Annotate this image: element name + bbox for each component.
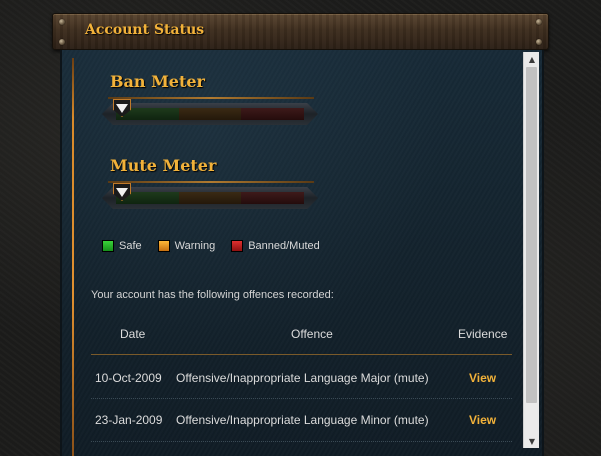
warning-swatch-icon [157, 240, 170, 252]
legend-item-banned: Banned/Muted [231, 240, 320, 252]
rivet-icon [536, 39, 542, 45]
column-header-evidence: Evidence [458, 327, 508, 341]
ban-meter-track [116, 108, 305, 120]
ban-meter-title: Ban Meter [110, 72, 205, 91]
offence-description: Offensive/Inappropriate Language Minor (… [176, 413, 429, 427]
safe-swatch-icon [102, 240, 114, 252]
mute-meter-title: Mute Meter [110, 156, 217, 175]
column-header-offence: Offence [291, 327, 333, 341]
scroll-up-arrow-icon[interactable]: ▲ [524, 52, 540, 66]
offences-intro: Your account has the following offences … [91, 289, 334, 301]
table-row-divider [91, 398, 512, 399]
column-header-date: Date [120, 327, 146, 341]
legend-label: Banned/Muted [248, 240, 320, 252]
ban-meter [102, 97, 318, 127]
offence-date: 23-Jan-2009 [95, 413, 163, 427]
rivet-icon [59, 19, 65, 25]
offence-date: 10-Oct-2009 [95, 371, 162, 385]
legend-item-safe: Safe [102, 240, 142, 252]
vertical-scrollbar[interactable]: ▲ ▼ [523, 52, 539, 448]
page-title: Account Status [85, 22, 205, 38]
meter-legend: Safe Warning Banned/Muted [102, 240, 336, 252]
mute-meter [102, 181, 318, 211]
mute-meter-indicator-icon [116, 188, 128, 197]
view-evidence-link[interactable]: View [469, 371, 496, 385]
rivet-icon [536, 19, 542, 25]
banned-swatch-icon [231, 240, 244, 252]
legend-item-warning: Warning [157, 240, 216, 252]
table-header-divider [91, 354, 512, 355]
panel-accent-rule [72, 58, 74, 456]
mute-meter-track [116, 192, 305, 204]
scroll-down-arrow-icon[interactable]: ▼ [524, 434, 540, 448]
rivet-icon [59, 39, 65, 45]
scroll-thumb[interactable] [526, 67, 537, 403]
view-evidence-link[interactable]: View [469, 413, 496, 427]
legend-label: Safe [119, 240, 142, 252]
table-row-divider [91, 441, 512, 442]
ban-meter-indicator-icon [116, 104, 128, 113]
account-status-header: Account Status [52, 13, 549, 50]
legend-label: Warning [174, 240, 216, 252]
offence-description: Offensive/Inappropriate Language Major (… [176, 371, 429, 385]
